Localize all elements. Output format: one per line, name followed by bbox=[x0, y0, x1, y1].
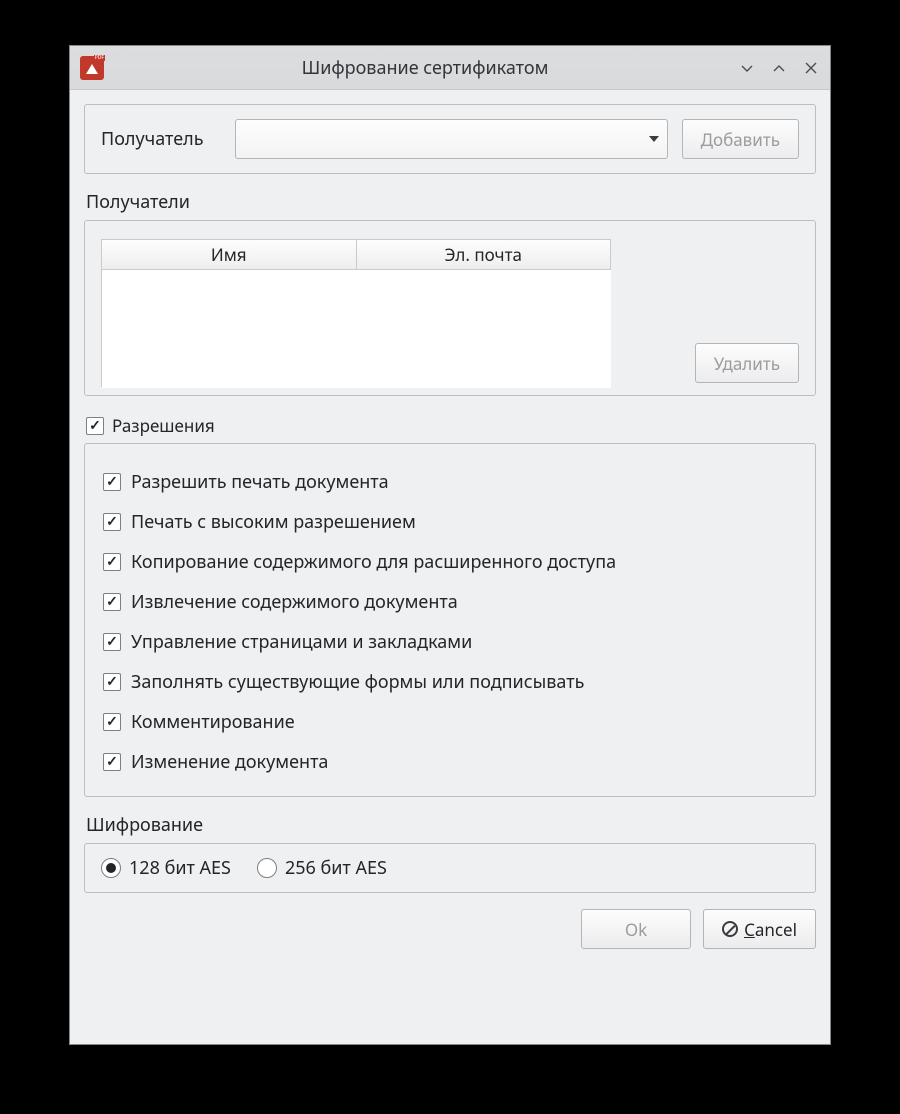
permission-label: Печать с высоким разрешением bbox=[131, 510, 416, 534]
permission-item[interactable]: Изменение документа bbox=[103, 742, 797, 782]
dialog-window: PDF Шифрование сертификатом Получатель bbox=[69, 45, 831, 1045]
permission-item[interactable]: Извлечение содержимого документа bbox=[103, 582, 797, 622]
permission-item[interactable]: Комментирование bbox=[103, 702, 797, 742]
minimize-button[interactable] bbox=[738, 59, 756, 77]
permission-item[interactable]: Управление страницами и закладками bbox=[103, 622, 797, 662]
titlebar: PDF Шифрование сертификатом bbox=[70, 46, 830, 90]
permission-item[interactable]: Разрешить печать документа bbox=[103, 462, 797, 502]
window-title: Шифрование сертификатом bbox=[112, 56, 738, 80]
maximize-button[interactable] bbox=[770, 59, 788, 77]
encryption-radio[interactable] bbox=[101, 858, 121, 878]
dialog-content: Получатель Добавить Получатели Имя Эл. п… bbox=[70, 90, 830, 1044]
permission-label: Заполнять существующие формы или подписы… bbox=[131, 670, 584, 694]
encryption-group: 128 бит AES 256 бит AES bbox=[84, 843, 816, 893]
permissions-master[interactable]: Разрешения bbox=[86, 414, 816, 437]
chevron-down-icon bbox=[649, 136, 659, 142]
permission-checkbox[interactable] bbox=[103, 593, 121, 611]
permission-checkbox[interactable] bbox=[103, 473, 121, 491]
permissions-group: Разрешить печать документа Печать с высок… bbox=[84, 443, 816, 797]
add-button-label: Добавить bbox=[701, 128, 780, 151]
recipient-combo[interactable] bbox=[235, 119, 668, 159]
permissions-master-checkbox[interactable] bbox=[86, 417, 104, 435]
cancel-button[interactable]: Cancel bbox=[703, 909, 816, 949]
permission-checkbox[interactable] bbox=[103, 713, 121, 731]
close-button[interactable] bbox=[802, 59, 820, 77]
add-button[interactable]: Добавить bbox=[682, 119, 799, 159]
chevron-up-icon bbox=[772, 61, 786, 75]
encryption-option[interactable]: 128 бит AES bbox=[101, 856, 231, 880]
permission-checkbox[interactable] bbox=[103, 553, 121, 571]
delete-button-label: Удалить bbox=[714, 352, 780, 375]
ok-button[interactable]: Ok bbox=[581, 909, 691, 949]
recipients-label: Получатели bbox=[86, 190, 816, 214]
permissions-master-label: Разрешения bbox=[112, 414, 215, 437]
table-header: Имя Эл. почта bbox=[102, 240, 611, 270]
permission-label: Комментирование bbox=[131, 710, 295, 734]
cancel-icon bbox=[722, 921, 738, 937]
permission-checkbox[interactable] bbox=[103, 633, 121, 651]
chevron-down-icon bbox=[740, 61, 754, 75]
close-icon bbox=[804, 61, 818, 75]
permission-item[interactable]: Печать с высоким разрешением bbox=[103, 502, 797, 542]
recipient-section: Получатель Добавить bbox=[84, 104, 816, 174]
permission-label: Управление страницами и закладками bbox=[131, 630, 472, 654]
window-controls bbox=[738, 59, 820, 77]
recipients-table-area: Имя Эл. почта Удалить bbox=[84, 220, 816, 396]
permission-item[interactable]: Заполнять существующие формы или подписы… bbox=[103, 662, 797, 702]
recipient-label: Получатель bbox=[101, 127, 221, 151]
encryption-option-label: 128 бит AES bbox=[129, 856, 231, 880]
delete-button[interactable]: Удалить bbox=[695, 343, 799, 383]
permission-checkbox[interactable] bbox=[103, 513, 121, 531]
dialog-footer: Ok Cancel bbox=[84, 893, 816, 949]
column-name[interactable]: Имя bbox=[102, 240, 357, 270]
permission-checkbox[interactable] bbox=[103, 673, 121, 691]
cancel-button-label: Cancel bbox=[744, 918, 797, 941]
encryption-label: Шифрование bbox=[86, 813, 816, 837]
app-icon: PDF bbox=[80, 56, 104, 80]
column-email[interactable]: Эл. почта bbox=[357, 240, 612, 270]
encryption-option[interactable]: 256 бит AES bbox=[257, 856, 387, 880]
permission-label: Копирование содержимого для расширенного… bbox=[131, 550, 616, 574]
permission-label: Разрешить печать документа bbox=[131, 470, 389, 494]
encryption-option-label: 256 бит AES bbox=[285, 856, 387, 880]
ok-button-label: Ok bbox=[625, 918, 647, 941]
permission-label: Изменение документа bbox=[131, 750, 328, 774]
permission-checkbox[interactable] bbox=[103, 753, 121, 771]
encryption-radio[interactable] bbox=[257, 858, 277, 878]
recipient-row: Получатель Добавить bbox=[101, 119, 799, 159]
permission-item[interactable]: Копирование содержимого для расширенного… bbox=[103, 542, 797, 582]
permission-label: Извлечение содержимого документа bbox=[131, 590, 458, 614]
